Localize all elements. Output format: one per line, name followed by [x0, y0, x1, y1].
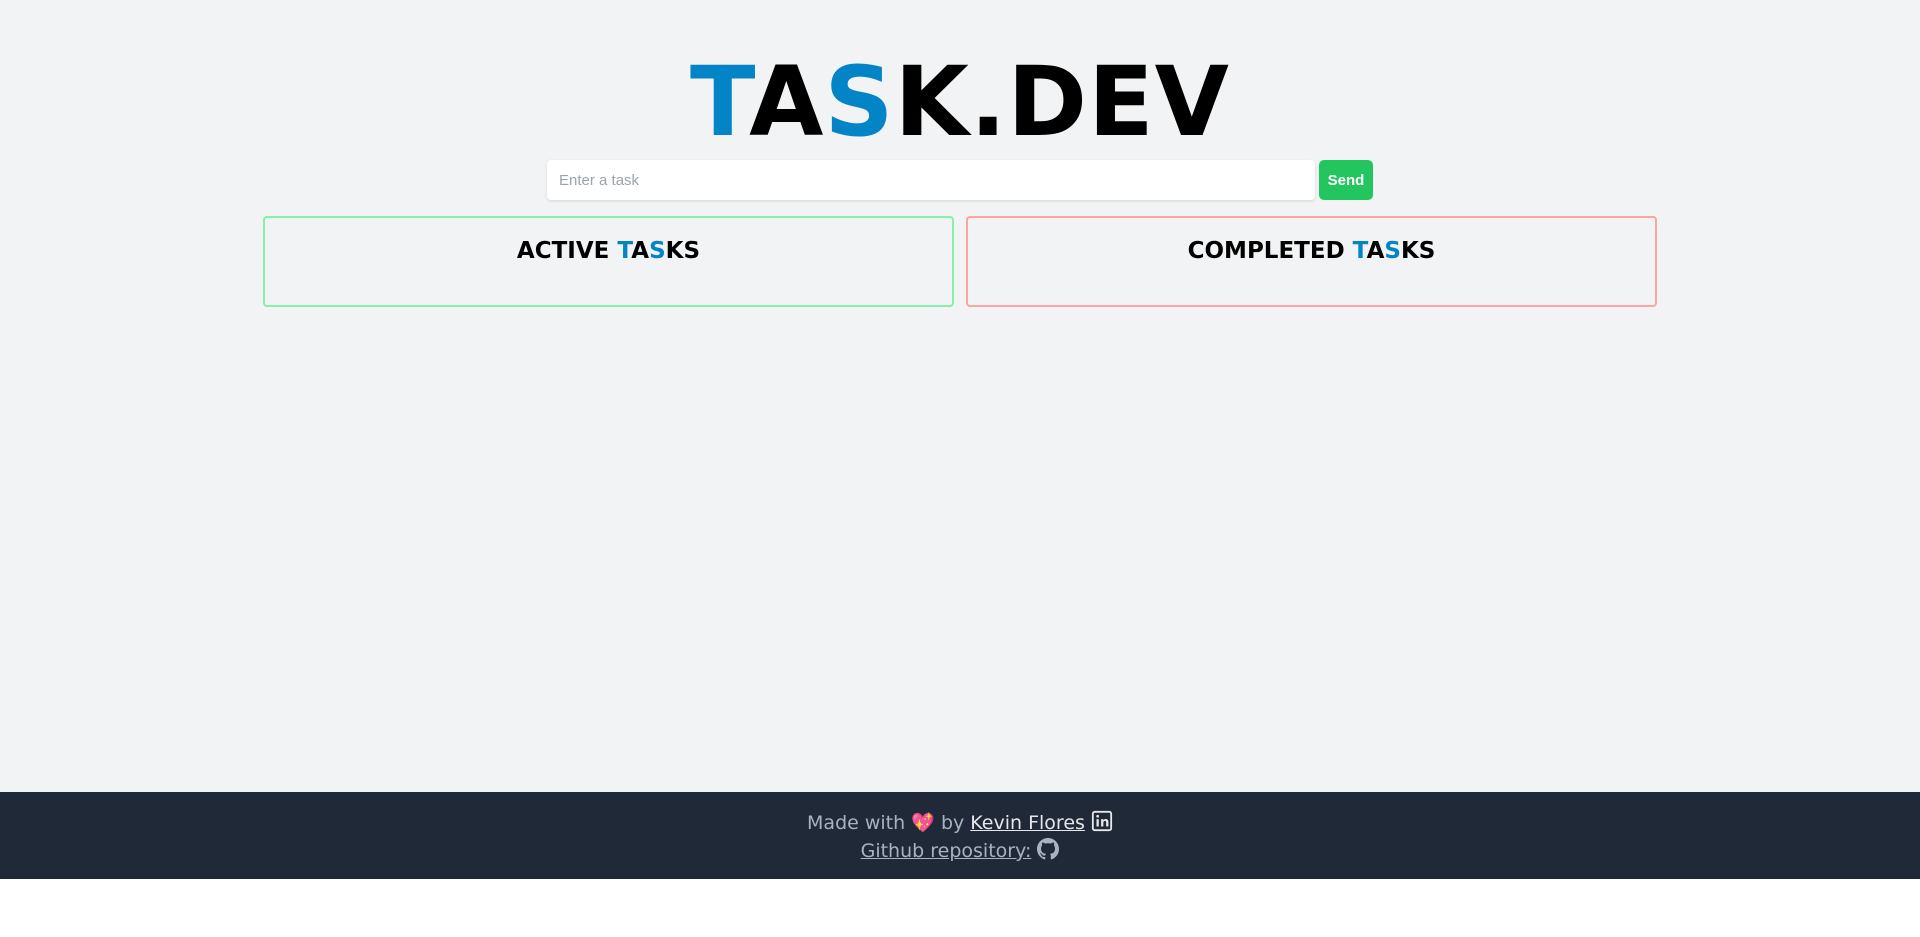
- completed-title-t: T: [1352, 238, 1367, 264]
- completed-tasks-panel: COMPLETED TASKS: [966, 216, 1657, 307]
- github-repo-link[interactable]: Github repository:: [861, 840, 1032, 862]
- github-icon[interactable]: [1037, 838, 1060, 865]
- author-link[interactable]: Kevin Flores: [970, 812, 1085, 834]
- active-title-rest: KS: [665, 238, 701, 264]
- app-main: TASK.DEV Send ACTIVE TASKS COMPLETED TAS…: [0, 0, 1920, 792]
- logo-s: S: [824, 46, 895, 158]
- logo-a: A: [749, 46, 825, 158]
- completed-title-prefix: COMPLETED: [1187, 238, 1353, 264]
- send-button[interactable]: Send: [1319, 160, 1373, 200]
- active-title-t: T: [617, 238, 632, 264]
- footer-repo-row: Github repository:: [0, 838, 1920, 865]
- task-form: Send: [547, 160, 1373, 200]
- by-text: by: [940, 812, 965, 834]
- heart-icon: 💖: [911, 812, 935, 834]
- logo-t: T: [690, 46, 750, 158]
- task-input[interactable]: [547, 160, 1315, 200]
- footer-credit-row: Made with 💖 by Kevin Flores: [0, 810, 1920, 837]
- active-tasks-title: ACTIVE TASKS: [265, 238, 952, 264]
- completed-title-rest: KS: [1400, 238, 1436, 264]
- active-title-a: A: [631, 238, 650, 264]
- active-title-prefix: ACTIVE: [516, 238, 618, 264]
- footer: Made with 💖 by Kevin Flores Github repos…: [0, 792, 1920, 879]
- made-with-text: Made with: [807, 812, 906, 834]
- completed-title-s: S: [1384, 238, 1401, 264]
- linkedin-icon[interactable]: [1091, 810, 1113, 837]
- completed-tasks-title: COMPLETED TASKS: [968, 238, 1655, 264]
- completed-title-a: A: [1366, 238, 1385, 264]
- active-title-s: S: [649, 238, 666, 264]
- logo-rest: K.DEV: [894, 46, 1230, 158]
- app-logo: TASK.DEV: [0, 52, 1920, 152]
- active-tasks-panel: ACTIVE TASKS: [263, 216, 954, 307]
